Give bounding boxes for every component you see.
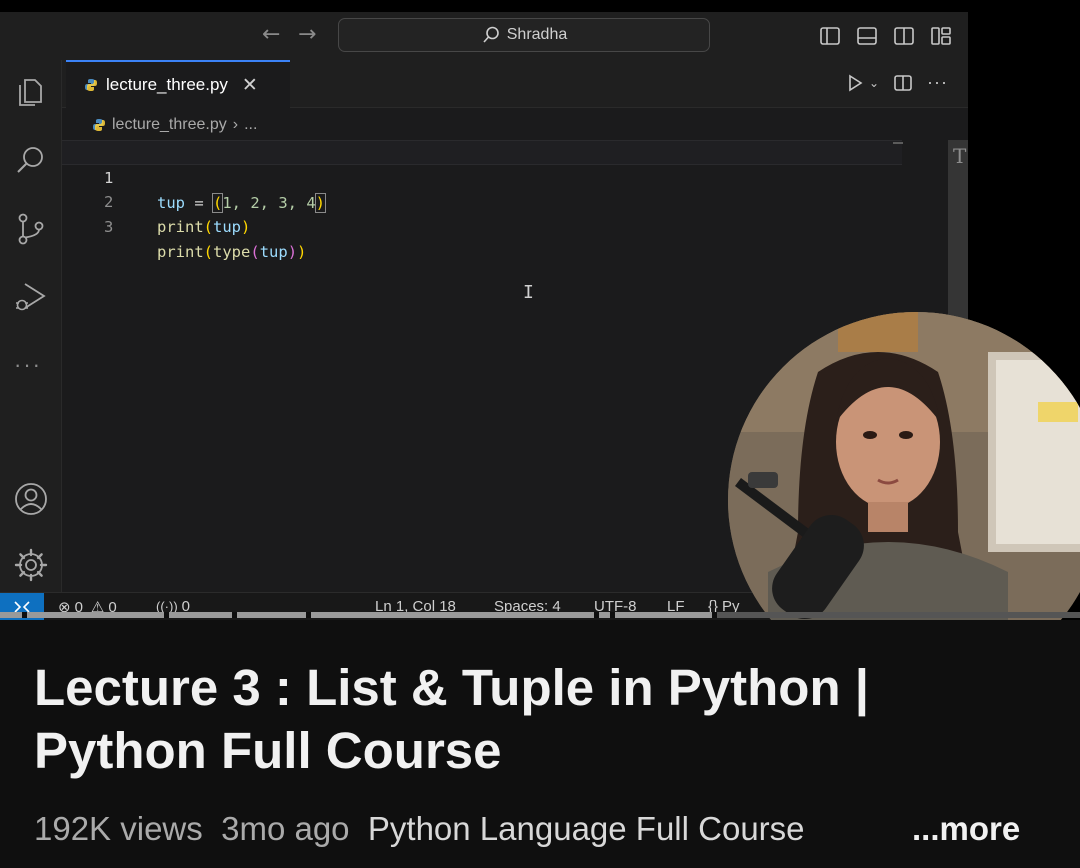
- code-token: type: [213, 243, 251, 261]
- minimap-line: [893, 142, 903, 144]
- toggle-primary-sidebar-icon[interactable]: [818, 24, 842, 48]
- tab-label: lecture_three.py: [106, 75, 228, 94]
- breadcrumb-file[interactable]: lecture_three.py: [112, 116, 227, 134]
- chapter-marker: [232, 612, 237, 618]
- code-line[interactable]: 2 print(tup): [62, 165, 902, 236]
- close-tab-icon[interactable]: ✕: [242, 74, 258, 96]
- code-token: ): [297, 243, 307, 261]
- code-token: (: [250, 243, 260, 261]
- chapter-marker: [712, 612, 717, 618]
- split-editor-icon[interactable]: [893, 73, 913, 93]
- more-views-icon[interactable]: ···: [14, 352, 42, 378]
- video-player[interactable]: ← → Shradha ··· lecture_three.py ✕ ⌄ ···…: [0, 0, 1080, 620]
- activity-bar: ···: [0, 60, 62, 600]
- code-token: (: [203, 243, 214, 261]
- back-arrow-icon[interactable]: ←: [262, 22, 280, 47]
- run-and-debug-icon[interactable]: [12, 278, 50, 316]
- forward-arrow-icon[interactable]: →: [298, 22, 316, 47]
- code-token: tup: [259, 243, 288, 261]
- run-python-file-icon[interactable]: [845, 73, 865, 93]
- source-control-icon[interactable]: [12, 210, 50, 248]
- run-options-chevron-icon[interactable]: ⌄: [869, 76, 879, 90]
- python-file-icon: [93, 119, 105, 131]
- command-center-search[interactable]: Shradha: [338, 18, 710, 52]
- code-token: ): [287, 243, 298, 261]
- video-metadata[interactable]: 192K views 3mo ago Python Language Full …: [34, 810, 924, 850]
- code-token: print: [157, 218, 204, 236]
- playlist-link[interactable]: Python Language Full Course: [368, 810, 805, 847]
- layout-controls: [818, 24, 953, 48]
- chapter-marker: [22, 612, 27, 618]
- manage-gear-icon[interactable]: [12, 546, 50, 584]
- breadcrumb-more[interactable]: ...: [244, 116, 257, 134]
- code-token: (: [203, 218, 214, 236]
- video-progress-bar[interactable]: [0, 612, 1080, 618]
- line-number: 3: [104, 218, 114, 236]
- chapter-marker: [594, 612, 599, 618]
- chapter-marker: [164, 612, 169, 618]
- editor-actions: ⌄ ···: [845, 72, 948, 93]
- chapter-marker: [610, 612, 615, 618]
- accounts-icon[interactable]: [12, 480, 50, 518]
- customize-layout-icon[interactable]: [929, 24, 953, 48]
- code-token: print: [157, 243, 204, 261]
- code-token: ): [241, 218, 251, 236]
- search-sidebar-icon[interactable]: [12, 142, 50, 180]
- ibeam-cursor-icon: I: [523, 282, 534, 303]
- title-bar: ← → Shradha: [0, 12, 968, 60]
- view-count: 192K views: [34, 810, 203, 847]
- search-icon: [483, 26, 499, 43]
- tab-lecture-three[interactable]: lecture_three.py ✕: [66, 60, 290, 108]
- code-line[interactable]: 3 print(type(tup)): [62, 190, 902, 261]
- breadcrumb: lecture_three.py › ...: [92, 116, 257, 134]
- code-editor[interactable]: 1 tup = (1, 2, 3, 4) 2 print(tup) 3 prin…: [62, 140, 902, 261]
- search-label: Shradha: [506, 26, 568, 43]
- code-token: tup: [213, 218, 242, 236]
- text-fade: [824, 810, 924, 850]
- scrollbar-thumb-icon[interactable]: T: [953, 144, 966, 168]
- explorer-icon[interactable]: [12, 74, 50, 112]
- more-actions-icon[interactable]: ···: [927, 72, 948, 93]
- editor-tabs-bar: lecture_three.py ✕ ⌄ ···: [62, 60, 968, 108]
- show-more-button[interactable]: ...more: [912, 810, 1020, 848]
- code-line[interactable]: 1 tup = (1, 2, 3, 4): [62, 140, 902, 213]
- toggle-panel-icon[interactable]: [855, 24, 879, 48]
- chapter-marker: [306, 612, 311, 618]
- video-title[interactable]: Lecture 3 : List & Tuple in Python | Pyt…: [34, 656, 994, 782]
- video-progress-played: [0, 612, 715, 618]
- breadcrumb-separator: ›: [232, 116, 239, 133]
- toggle-secondary-sidebar-icon[interactable]: [892, 24, 916, 48]
- python-file-icon: [85, 79, 97, 91]
- upload-age: 3mo ago: [221, 810, 350, 847]
